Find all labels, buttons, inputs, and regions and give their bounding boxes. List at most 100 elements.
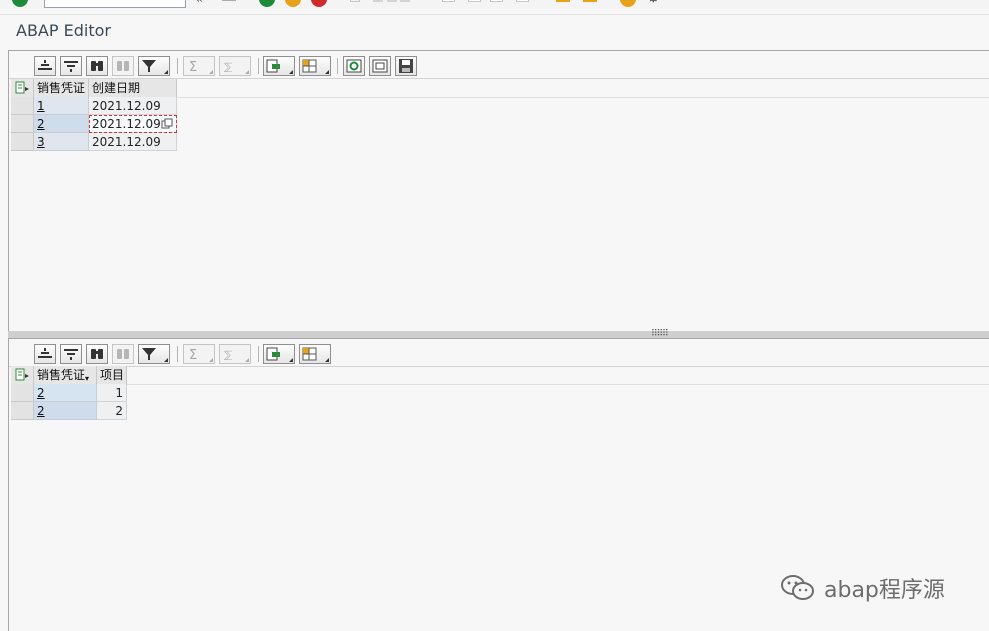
row-selector[interactable] bbox=[11, 97, 34, 115]
find-button[interactable] bbox=[86, 56, 108, 76]
new-session-icon[interactable] bbox=[516, 0, 529, 2]
select-all-icon bbox=[15, 368, 29, 381]
print-icon[interactable] bbox=[350, 0, 360, 2]
table-row-1-item[interactable]: 1 bbox=[97, 384, 127, 402]
filter-icon bbox=[142, 348, 156, 360]
row-selector[interactable] bbox=[11, 384, 34, 402]
cancel-icon[interactable] bbox=[311, 0, 327, 7]
subtotal-button[interactable]: ⅀ bbox=[219, 344, 251, 364]
command-field[interactable] bbox=[44, 0, 186, 8]
container-splitter[interactable]: ⠿⠿⠿ bbox=[8, 329, 989, 339]
subtotal-icon: ⅀ bbox=[224, 350, 232, 361]
subtotal-icon: ⅀ bbox=[224, 62, 232, 73]
sort-down-icon: ▾ bbox=[85, 374, 90, 383]
sales-doc-link[interactable]: 2 bbox=[37, 386, 45, 400]
settings-gear-icon[interactable]: ⚙ bbox=[647, 0, 660, 6]
dropdown-arrow-icon bbox=[289, 70, 293, 74]
row-selector[interactable] bbox=[11, 115, 34, 133]
export-button[interactable] bbox=[263, 56, 295, 76]
sort-descending-icon bbox=[64, 349, 78, 360]
sort-ascending-button[interactable] bbox=[34, 344, 56, 364]
first-page-icon[interactable] bbox=[400, 0, 410, 2]
table-row-2-doc[interactable]: 2 bbox=[34, 115, 89, 133]
total-button[interactable]: Σ bbox=[183, 344, 215, 364]
export-icon bbox=[266, 347, 280, 361]
layout-button[interactable] bbox=[299, 344, 331, 364]
prev-page-icon[interactable] bbox=[442, 0, 455, 2]
svg-text:Σ: Σ bbox=[189, 348, 197, 363]
subtotal-button[interactable]: ⅀ bbox=[219, 56, 251, 76]
refresh-button[interactable] bbox=[343, 56, 365, 76]
sort-ascending-button[interactable] bbox=[34, 56, 56, 76]
binoculars-icon bbox=[91, 349, 103, 359]
find-next-icon[interactable] bbox=[387, 0, 397, 2]
toolbar-separator bbox=[177, 58, 178, 74]
filter-button[interactable] bbox=[138, 344, 170, 364]
table-row-2-date[interactable]: 2021.12.09 bbox=[89, 115, 177, 133]
back-icon[interactable] bbox=[259, 0, 275, 7]
col-header-item[interactable]: 项目 bbox=[97, 366, 127, 384]
shortcut-icon[interactable] bbox=[583, 0, 597, 2]
table-row-2-item[interactable]: 2 bbox=[97, 402, 127, 420]
layout-grid-icon bbox=[302, 347, 317, 361]
select-all-cell[interactable] bbox=[11, 79, 34, 97]
next-page-icon[interactable] bbox=[468, 0, 481, 2]
table-row-1-doc[interactable]: 2 bbox=[34, 384, 97, 402]
dropdown-arrow-icon bbox=[289, 358, 293, 362]
sales-doc-link[interactable]: 2 bbox=[37, 404, 45, 418]
sort-descending-button[interactable] bbox=[60, 344, 82, 364]
copy-cell-icon[interactable] bbox=[161, 118, 173, 130]
find-icon[interactable] bbox=[373, 0, 383, 2]
total-button[interactable]: Σ bbox=[183, 56, 215, 76]
sort-descending-icon bbox=[64, 61, 78, 72]
table-row-1-date[interactable]: 2021.12.09 bbox=[89, 97, 177, 115]
sort-descending-button[interactable] bbox=[60, 56, 82, 76]
col-header-created-on[interactable]: 创建日期 bbox=[89, 79, 177, 97]
export-button[interactable] bbox=[263, 344, 295, 364]
help-icon[interactable] bbox=[620, 0, 636, 7]
favorite-icon[interactable] bbox=[556, 0, 570, 2]
details-button[interactable] bbox=[369, 56, 391, 76]
watermark: abap程序源 bbox=[780, 570, 945, 606]
save-icon[interactable] bbox=[222, 0, 236, 1]
enter-icon[interactable] bbox=[12, 0, 28, 7]
dropdown-arrow-icon bbox=[164, 70, 168, 74]
binoculars-next-icon bbox=[117, 61, 129, 71]
expand-command-icon[interactable]: « bbox=[195, 0, 203, 7]
dropdown-arrow-icon bbox=[325, 70, 329, 74]
dropdown-arrow-icon bbox=[209, 70, 213, 74]
system-toolbar: « ⚙ bbox=[0, 0, 989, 9]
last-page-icon[interactable] bbox=[490, 0, 503, 2]
find-next-button[interactable] bbox=[112, 56, 134, 76]
filter-button[interactable] bbox=[138, 56, 170, 76]
select-all-icon bbox=[15, 81, 29, 94]
row-selector[interactable] bbox=[11, 402, 34, 420]
row-selector[interactable] bbox=[11, 133, 34, 151]
table-row-1-doc[interactable]: 1 bbox=[34, 97, 89, 115]
col-header-sales-doc[interactable]: 销售凭证▾ bbox=[34, 366, 97, 384]
binoculars-next-icon bbox=[117, 349, 129, 359]
save-layout-button[interactable] bbox=[395, 56, 417, 76]
table-row-2-doc[interactable]: 2 bbox=[34, 402, 97, 420]
alv-container-header: Σ ⅀ 销售凭证 创建日期 1 2021.12.09 2 2021.12.09 … bbox=[8, 50, 989, 331]
select-all-cell[interactable] bbox=[11, 366, 34, 384]
col-header-sales-doc[interactable]: 销售凭证 bbox=[34, 79, 89, 97]
export-icon bbox=[266, 59, 280, 73]
layout-button[interactable] bbox=[299, 56, 331, 76]
dropdown-arrow-icon bbox=[164, 358, 168, 362]
svg-text:⅀: ⅀ bbox=[224, 62, 232, 73]
exit-icon[interactable] bbox=[285, 0, 301, 7]
table-row-3-date[interactable]: 2021.12.09 bbox=[89, 133, 177, 151]
page-title: ABAP Editor bbox=[16, 21, 111, 40]
table-row-3-doc[interactable]: 3 bbox=[34, 133, 89, 151]
find-button[interactable] bbox=[86, 344, 108, 364]
details-icon bbox=[372, 59, 388, 73]
sales-doc-link[interactable]: 3 bbox=[37, 135, 45, 149]
sales-doc-link[interactable]: 1 bbox=[37, 99, 45, 113]
dropdown-arrow-icon bbox=[325, 358, 329, 362]
find-next-button[interactable] bbox=[112, 344, 134, 364]
sales-doc-link[interactable]: 2 bbox=[37, 117, 45, 131]
sort-ascending-icon bbox=[38, 348, 52, 358]
dropdown-arrow-icon bbox=[245, 70, 249, 74]
col-header-label: 销售凭证 bbox=[37, 368, 86, 382]
